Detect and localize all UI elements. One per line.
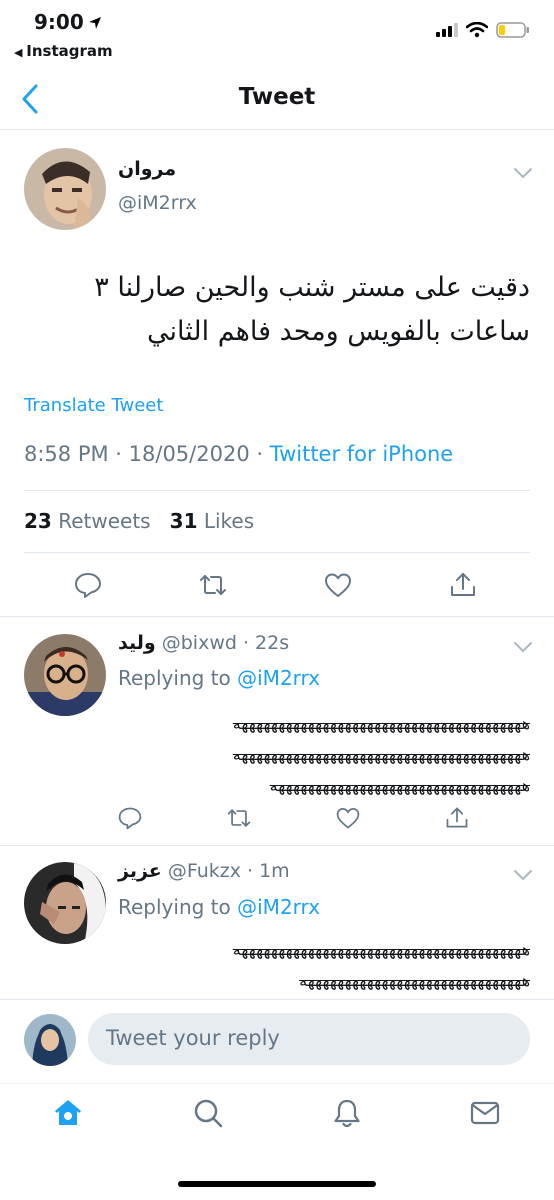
reply-display-name[interactable]: وليد bbox=[118, 632, 156, 654]
tweet-stats: 23 Retweets 31 Likes bbox=[24, 509, 254, 533]
reply-icon[interactable] bbox=[117, 805, 143, 831]
author-display-name[interactable]: مروان bbox=[118, 158, 176, 180]
tweet-text-line: دقيت على مستر شنب والحين صارلنا ٣ bbox=[94, 272, 530, 303]
reply-divider bbox=[0, 845, 554, 846]
reply-text-line: هههههههههههههههههههههههههههههههههههههههه bbox=[232, 745, 530, 764]
tab-bar-divider bbox=[0, 1083, 554, 1084]
chevron-down-icon[interactable] bbox=[513, 166, 533, 180]
tweet-text-line: ساعات بالفويس ومحد فاهم الثاني bbox=[146, 316, 530, 347]
retweets-stat[interactable]: 23 Retweets bbox=[24, 509, 151, 533]
main-tweet-bottom-divider bbox=[0, 616, 554, 617]
chevron-down-icon[interactable] bbox=[513, 868, 533, 882]
reply-time: · 22s bbox=[242, 632, 290, 654]
tweet-text: دقيت على مستر شنب والحين صارلنا ٣ ساعات … bbox=[24, 266, 530, 354]
translate-tweet-link[interactable]: Translate Tweet bbox=[24, 395, 163, 416]
reply-text-line: ههههههههههههههههههههههههههههههه bbox=[299, 971, 530, 990]
battery-icon bbox=[496, 22, 529, 38]
meta-divider bbox=[24, 490, 530, 491]
tweet-timestamp: 8:58 PM · 18/05/2020 · bbox=[24, 442, 270, 466]
messages-icon[interactable] bbox=[469, 1097, 501, 1129]
back-to-app-link[interactable]: ◀ Instagram bbox=[14, 42, 113, 60]
share-icon[interactable] bbox=[444, 805, 470, 831]
retweets-label: Retweets bbox=[58, 509, 151, 533]
replying-to-handle[interactable]: @iM2rrx bbox=[237, 666, 320, 690]
composer-divider bbox=[0, 999, 554, 1000]
like-heart-icon[interactable] bbox=[335, 805, 361, 831]
replying-to: Replying to @iM2rrx bbox=[118, 666, 320, 690]
like-heart-icon[interactable] bbox=[323, 570, 353, 600]
likes-stat[interactable]: 31 Likes bbox=[170, 509, 255, 533]
retweets-count: 23 bbox=[24, 509, 52, 533]
current-user-avatar[interactable] bbox=[24, 1014, 76, 1066]
reply-avatar[interactable] bbox=[24, 634, 106, 716]
tweet-source-link[interactable]: Twitter for iPhone bbox=[270, 442, 454, 466]
reply-text-line: هههههههههههههههههههههههههههههههههههههههه bbox=[232, 940, 530, 959]
reply-icon[interactable] bbox=[73, 570, 103, 600]
reply-header: عزيز @Fukzx · 1m bbox=[118, 860, 290, 882]
cellular-signal-icon bbox=[436, 23, 458, 37]
replying-to: Replying to @iM2rrx bbox=[118, 895, 320, 919]
retweet-icon[interactable] bbox=[198, 570, 228, 600]
location-arrow-icon bbox=[89, 17, 101, 29]
wifi-icon bbox=[466, 22, 488, 38]
reply-time: · 1m bbox=[247, 860, 290, 882]
status-icons bbox=[436, 22, 530, 38]
author-avatar[interactable] bbox=[24, 148, 106, 230]
reply-display-name[interactable]: عزيز bbox=[118, 860, 162, 882]
replying-to-label: Replying to bbox=[118, 895, 238, 919]
stats-divider bbox=[24, 552, 530, 553]
back-triangle-icon: ◀ bbox=[14, 46, 27, 59]
home-indicator[interactable] bbox=[178, 1181, 376, 1187]
reply-input[interactable]: Tweet your reply bbox=[88, 1013, 530, 1065]
reply-input-placeholder: Tweet your reply bbox=[106, 1026, 280, 1050]
reply-handle[interactable]: @bixwd bbox=[162, 632, 237, 654]
reply-header: وليد @bixwd · 22s bbox=[118, 632, 289, 654]
reply-text-line: ههههههههههههههههههههههههههههههههههه bbox=[269, 776, 530, 795]
page-title: Tweet bbox=[238, 84, 316, 110]
likes-count: 31 bbox=[169, 509, 198, 533]
retweet-icon[interactable] bbox=[226, 805, 252, 831]
tweet-meta: 8:58 PM · 18/05/2020 · Twitter for iPhon… bbox=[24, 442, 453, 466]
reply-text: هههههههههههههههههههههههههههههههههههههههه… bbox=[118, 934, 530, 996]
home-icon[interactable] bbox=[52, 1097, 84, 1129]
notifications-icon[interactable] bbox=[331, 1097, 363, 1129]
nav-divider bbox=[0, 129, 554, 130]
reply-handle[interactable]: @Fukzx bbox=[168, 860, 241, 882]
chevron-down-icon[interactable] bbox=[513, 640, 533, 654]
reply-text-line: هههههههههههههههههههههههههههههههههههههههه bbox=[232, 714, 530, 733]
author-handle[interactable]: @iM2rrx bbox=[118, 192, 197, 214]
likes-label: Likes bbox=[203, 509, 255, 533]
share-icon[interactable] bbox=[448, 570, 478, 600]
replying-to-handle[interactable]: @iM2rrx bbox=[237, 895, 320, 919]
back-app-label: Instagram bbox=[26, 42, 113, 60]
status-time: 9:00 bbox=[34, 10, 84, 34]
replying-to-label: Replying to bbox=[118, 666, 238, 690]
reply-text: هههههههههههههههههههههههههههههههههههههههه… bbox=[118, 708, 530, 801]
reply-avatar[interactable] bbox=[24, 862, 106, 944]
search-icon[interactable] bbox=[192, 1097, 224, 1129]
